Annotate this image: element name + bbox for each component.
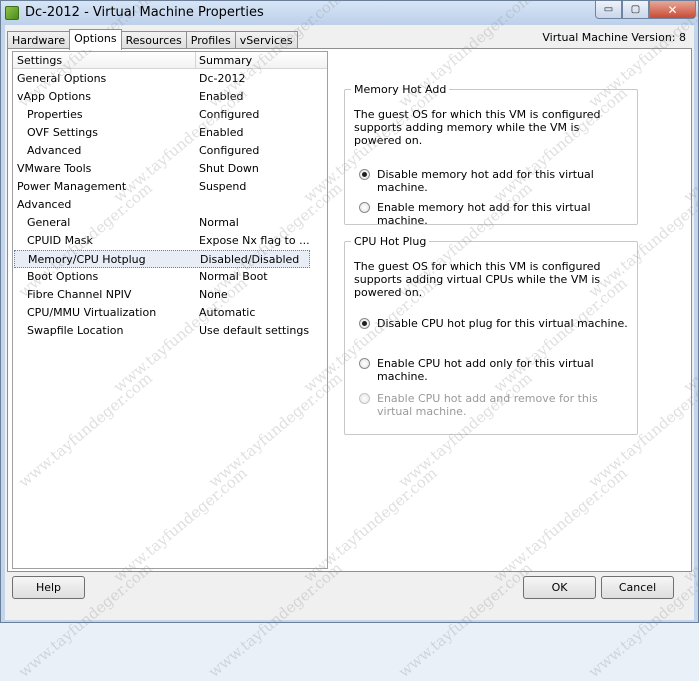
setting-name: Advanced: [27, 144, 82, 157]
settings-list[interactable]: Settings Summary General Options Dc-2012 v…: [12, 51, 328, 569]
setting-name: Swapfile Location: [27, 324, 124, 337]
tab-strip: Hardware Options Resources Profiles vSer…: [7, 29, 298, 50]
memory-disable-radio[interactable]: [359, 169, 370, 180]
setting-name: Fibre Channel NPIV: [27, 288, 132, 301]
vm-properties-window: Dc-2012 - Virtual Machine Properties ▭ ▢…: [0, 0, 699, 681]
memory-hot-add-title: Memory Hot Add: [351, 83, 450, 96]
cpu-hot-plug-description: The guest OS for which this VM is config…: [354, 260, 601, 299]
maximize-button[interactable]: ▢: [622, 1, 649, 19]
setting-summary: Configured: [199, 108, 260, 121]
list-item[interactable]: CPUID Mask Expose Nx flag to ...: [13, 232, 327, 250]
list-item[interactable]: General Normal: [13, 214, 327, 232]
list-item[interactable]: VMware Tools Shut Down: [13, 160, 327, 178]
list-item[interactable]: Properties Configured: [13, 106, 327, 124]
cpu-hot-plug-title: CPU Hot Plug: [351, 235, 430, 248]
cpu-add-remove-option: Enable CPU hot add and remove for this v…: [359, 392, 617, 418]
setting-name: Advanced: [17, 198, 72, 211]
memory-enable-label[interactable]: Enable memory hot add for this virtual m…: [377, 201, 637, 227]
summary-column-header[interactable]: Summary: [199, 54, 252, 67]
setting-summary: Suspend: [199, 180, 247, 193]
help-button[interactable]: Help: [12, 576, 85, 599]
setting-name: Memory/CPU Hotplug: [28, 253, 146, 266]
memory-disable-label[interactable]: Disable memory hot add for this virtual …: [377, 168, 637, 194]
setting-name: vApp Options: [17, 90, 91, 103]
dialog-client-area: Hardware Options Resources Profiles vSer…: [5, 25, 694, 620]
setting-summary: Enabled: [199, 90, 244, 103]
list-item[interactable]: Swapfile Location Use default settings: [13, 322, 327, 340]
setting-summary: Configured: [199, 144, 260, 157]
setting-name: Properties: [27, 108, 83, 121]
cpu-add-only-radio[interactable]: [359, 358, 370, 369]
setting-name: Power Management: [17, 180, 127, 193]
list-item[interactable]: General Options Dc-2012: [13, 70, 327, 88]
list-item[interactable]: CPU/MMU Virtualization Automatic: [13, 304, 327, 322]
list-item[interactable]: vApp Options Enabled: [13, 88, 327, 106]
title-bar[interactable]: Dc-2012 - Virtual Machine Properties ▭ ▢…: [1, 1, 698, 25]
setting-name: General: [27, 216, 71, 229]
ok-button[interactable]: OK: [523, 576, 596, 599]
memory-hot-add-description: The guest OS for which this VM is config…: [354, 108, 601, 147]
setting-summary: Automatic: [199, 306, 256, 319]
window-title: Dc-2012 - Virtual Machine Properties: [25, 5, 264, 20]
setting-name: VMware Tools: [17, 162, 92, 175]
cpu-add-remove-label: Enable CPU hot add and remove for this v…: [377, 392, 598, 418]
close-button[interactable]: ✕: [649, 1, 696, 19]
minimize-button[interactable]: ▭: [595, 1, 622, 19]
setting-summary: Shut Down: [199, 162, 259, 175]
setting-summary: Expose Nx flag to ...: [199, 234, 310, 247]
vm-version-label: Virtual Machine Version: 8: [542, 31, 686, 44]
setting-name: General Options: [17, 72, 107, 85]
cpu-add-remove-radio: [359, 393, 370, 404]
setting-name: CPUID Mask: [27, 234, 93, 247]
cpu-add-only-option[interactable]: Enable CPU hot add only for this virtual…: [359, 357, 637, 383]
cpu-disable-option[interactable]: Disable CPU hot plug for this virtual ma…: [359, 317, 628, 330]
list-item[interactable]: OVF Settings Enabled: [13, 124, 327, 142]
cpu-disable-radio[interactable]: [359, 318, 370, 329]
memory-disable-option[interactable]: Disable memory hot add for this virtual …: [359, 168, 637, 194]
list-item[interactable]: Memory/CPU Hotplug Disabled/Disabled: [14, 250, 310, 268]
list-item[interactable]: Advanced Configured: [13, 142, 327, 160]
cpu-hot-plug-group: CPU Hot Plug The guest OS for which this…: [344, 235, 638, 435]
setting-summary: None: [199, 288, 228, 301]
setting-name: CPU/MMU Virtualization: [27, 306, 157, 319]
list-item[interactable]: Advanced: [13, 196, 327, 214]
cpu-add-only-label[interactable]: Enable CPU hot add only for this virtual…: [377, 357, 637, 383]
setting-summary: Enabled: [199, 126, 244, 139]
vm-app-icon: [5, 6, 19, 20]
setting-name: OVF Settings: [27, 126, 98, 139]
list-item[interactable]: Power Management Suspend: [13, 178, 327, 196]
setting-summary: Use default settings: [199, 324, 310, 337]
setting-summary: Dc-2012: [199, 72, 246, 85]
list-item[interactable]: Boot Options Normal Boot: [13, 268, 327, 286]
memory-enable-radio[interactable]: [359, 202, 370, 213]
options-tab-panel: Settings Summary General Options Dc-2012 v…: [7, 48, 692, 572]
list-header: Settings Summary: [13, 52, 327, 69]
setting-name: Boot Options: [27, 270, 99, 283]
cpu-disable-label[interactable]: Disable CPU hot plug for this virtual ma…: [377, 317, 628, 330]
hotplug-settings-panel: Memory Hot Add The guest OS for which th…: [336, 51, 690, 569]
memory-hot-add-group: Memory Hot Add The guest OS for which th…: [344, 83, 638, 227]
list-item[interactable]: Fibre Channel NPIV None: [13, 286, 327, 304]
setting-summary: Disabled/Disabled: [200, 253, 300, 266]
column-divider[interactable]: [195, 52, 196, 68]
tab-options[interactable]: Options: [69, 29, 122, 50]
settings-column-header[interactable]: Settings: [17, 54, 62, 67]
setting-summary: Normal Boot: [199, 270, 268, 283]
setting-summary: Normal: [199, 216, 239, 229]
memory-enable-option[interactable]: Enable memory hot add for this virtual m…: [359, 201, 637, 227]
cancel-button[interactable]: Cancel: [601, 576, 674, 599]
